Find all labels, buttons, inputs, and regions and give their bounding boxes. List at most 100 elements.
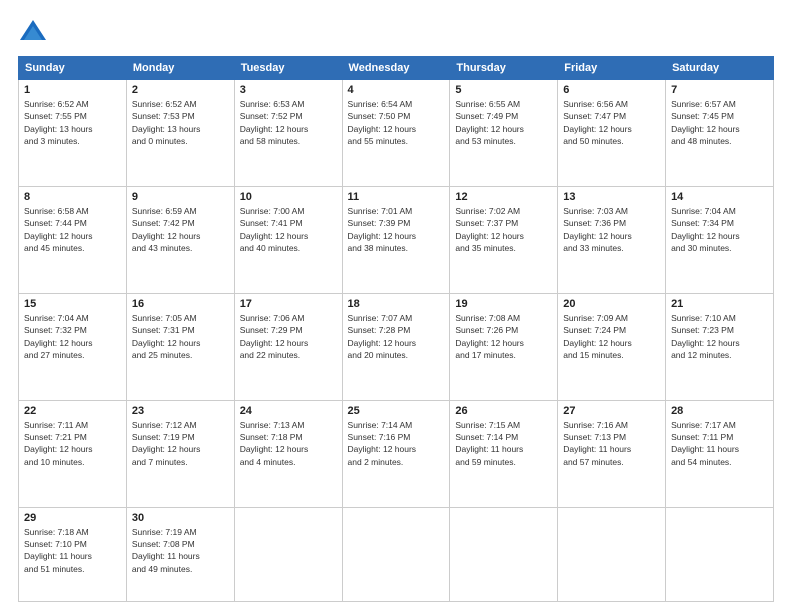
day-number: 25 xyxy=(348,405,445,417)
day-number: 22 xyxy=(24,405,121,417)
day-number: 15 xyxy=(24,298,121,310)
calendar-cell xyxy=(342,507,450,601)
calendar-cell: 13 Sunrise: 7:03 AM Sunset: 7:36 PM Dayli… xyxy=(558,186,666,293)
day-info: Sunrise: 7:16 AM Sunset: 7:13 PM Dayligh… xyxy=(563,419,660,468)
day-info: Sunrise: 6:55 AM Sunset: 7:49 PM Dayligh… xyxy=(455,98,552,147)
calendar-cell: 12 Sunrise: 7:02 AM Sunset: 7:37 PM Dayli… xyxy=(450,186,558,293)
day-info: Sunrise: 7:14 AM Sunset: 7:16 PM Dayligh… xyxy=(348,419,445,468)
day-info: Sunrise: 7:13 AM Sunset: 7:18 PM Dayligh… xyxy=(240,419,337,468)
calendar-cell: 8 Sunrise: 6:58 AM Sunset: 7:44 PM Daylig… xyxy=(19,186,127,293)
calendar-cell: 23 Sunrise: 7:12 AM Sunset: 7:19 PM Dayli… xyxy=(126,400,234,507)
calendar-cell: 18 Sunrise: 7:07 AM Sunset: 7:28 PM Dayli… xyxy=(342,293,450,400)
calendar-cell: 17 Sunrise: 7:06 AM Sunset: 7:29 PM Dayli… xyxy=(234,293,342,400)
day-info: Sunrise: 7:10 AM Sunset: 7:23 PM Dayligh… xyxy=(671,312,768,361)
day-number: 14 xyxy=(671,191,768,203)
day-number: 21 xyxy=(671,298,768,310)
calendar-cell: 3 Sunrise: 6:53 AM Sunset: 7:52 PM Daylig… xyxy=(234,80,342,187)
page: SundayMondayTuesdayWednesdayThursdayFrid… xyxy=(0,0,792,612)
day-info: Sunrise: 7:03 AM Sunset: 7:36 PM Dayligh… xyxy=(563,205,660,254)
calendar-cell: 28Sunrise: 7:17 AM Sunset: 7:11 PM Dayli… xyxy=(666,400,774,507)
day-info: Sunrise: 6:57 AM Sunset: 7:45 PM Dayligh… xyxy=(671,98,768,147)
weekday-header-row: SundayMondayTuesdayWednesdayThursdayFrid… xyxy=(19,57,774,80)
day-info: Sunrise: 7:04 AM Sunset: 7:32 PM Dayligh… xyxy=(24,312,121,361)
day-info: Sunrise: 6:59 AM Sunset: 7:42 PM Dayligh… xyxy=(132,205,229,254)
calendar-cell xyxy=(450,507,558,601)
day-info: Sunrise: 7:02 AM Sunset: 7:37 PM Dayligh… xyxy=(455,205,552,254)
weekday-header-thursday: Thursday xyxy=(450,57,558,80)
calendar-cell: 7 Sunrise: 6:57 AM Sunset: 7:45 PM Daylig… xyxy=(666,80,774,187)
day-number: 26 xyxy=(455,405,552,417)
calendar-cell: 2Sunrise: 6:52 AM Sunset: 7:53 PM Daylig… xyxy=(126,80,234,187)
calendar-week-1: 1Sunrise: 6:52 AM Sunset: 7:55 PM Daylig… xyxy=(19,80,774,187)
day-info: Sunrise: 7:08 AM Sunset: 7:26 PM Dayligh… xyxy=(455,312,552,361)
day-number: 3 xyxy=(240,84,337,96)
day-number: 12 xyxy=(455,191,552,203)
day-number: 13 xyxy=(563,191,660,203)
day-number: 6 xyxy=(563,84,660,96)
day-number: 4 xyxy=(348,84,445,96)
day-number: 16 xyxy=(132,298,229,310)
calendar-cell: 10 Sunrise: 7:00 AM Sunset: 7:41 PM Dayli… xyxy=(234,186,342,293)
day-info: Sunrise: 6:54 AM Sunset: 7:50 PM Dayligh… xyxy=(348,98,445,147)
day-number: 10 xyxy=(240,191,337,203)
day-info: Sunrise: 7:12 AM Sunset: 7:19 PM Dayligh… xyxy=(132,419,229,468)
calendar-cell: 29 Sunrise: 7:18 AM Sunset: 7:10 PM Dayli… xyxy=(19,507,127,601)
day-info: Sunrise: 6:58 AM Sunset: 7:44 PM Dayligh… xyxy=(24,205,121,254)
day-info: Sunrise: 7:00 AM Sunset: 7:41 PM Dayligh… xyxy=(240,205,337,254)
day-info: Sunrise: 7:19 AM Sunset: 7:08 PM Dayligh… xyxy=(132,526,229,575)
calendar-week-5: 29 Sunrise: 7:18 AM Sunset: 7:10 PM Dayli… xyxy=(19,507,774,601)
weekday-header-tuesday: Tuesday xyxy=(234,57,342,80)
calendar-cell: 25 Sunrise: 7:14 AM Sunset: 7:16 PM Dayli… xyxy=(342,400,450,507)
calendar-cell: 4 Sunrise: 6:54 AM Sunset: 7:50 PM Daylig… xyxy=(342,80,450,187)
calendar-cell xyxy=(666,507,774,601)
day-number: 27 xyxy=(563,405,660,417)
day-info: Sunrise: 7:09 AM Sunset: 7:24 PM Dayligh… xyxy=(563,312,660,361)
weekday-header-monday: Monday xyxy=(126,57,234,80)
day-number: 9 xyxy=(132,191,229,203)
day-number: 29 xyxy=(24,512,121,524)
calendar-cell xyxy=(234,507,342,601)
day-number: 19 xyxy=(455,298,552,310)
calendar-table: SundayMondayTuesdayWednesdayThursdayFrid… xyxy=(18,56,774,602)
calendar-cell: 1Sunrise: 6:52 AM Sunset: 7:55 PM Daylig… xyxy=(19,80,127,187)
logo xyxy=(18,18,52,48)
day-number: 23 xyxy=(132,405,229,417)
day-number: 18 xyxy=(348,298,445,310)
day-number: 5 xyxy=(455,84,552,96)
day-info: Sunrise: 7:01 AM Sunset: 7:39 PM Dayligh… xyxy=(348,205,445,254)
calendar-week-4: 22 Sunrise: 7:11 AM Sunset: 7:21 PM Dayli… xyxy=(19,400,774,507)
day-info: Sunrise: 6:52 AM Sunset: 7:55 PM Dayligh… xyxy=(24,98,121,147)
calendar-cell: 16 Sunrise: 7:05 AM Sunset: 7:31 PM Dayli… xyxy=(126,293,234,400)
calendar-cell: 5 Sunrise: 6:55 AM Sunset: 7:49 PM Daylig… xyxy=(450,80,558,187)
calendar-cell: 20 Sunrise: 7:09 AM Sunset: 7:24 PM Dayli… xyxy=(558,293,666,400)
weekday-header-sunday: Sunday xyxy=(19,57,127,80)
day-info: Sunrise: 7:17 AM Sunset: 7:11 PM Dayligh… xyxy=(671,419,768,468)
calendar-cell: 14 Sunrise: 7:04 AM Sunset: 7:34 PM Dayli… xyxy=(666,186,774,293)
day-info: Sunrise: 7:15 AM Sunset: 7:14 PM Dayligh… xyxy=(455,419,552,468)
calendar-cell: 30 Sunrise: 7:19 AM Sunset: 7:08 PM Dayli… xyxy=(126,507,234,601)
day-number: 8 xyxy=(24,191,121,203)
day-info: Sunrise: 7:11 AM Sunset: 7:21 PM Dayligh… xyxy=(24,419,121,468)
calendar-cell: 9 Sunrise: 6:59 AM Sunset: 7:42 PM Daylig… xyxy=(126,186,234,293)
calendar-cell: 19 Sunrise: 7:08 AM Sunset: 7:26 PM Dayli… xyxy=(450,293,558,400)
day-info: Sunrise: 7:06 AM Sunset: 7:29 PM Dayligh… xyxy=(240,312,337,361)
logo-icon xyxy=(18,18,48,48)
day-number: 20 xyxy=(563,298,660,310)
calendar-cell: 15 Sunrise: 7:04 AM Sunset: 7:32 PM Dayli… xyxy=(19,293,127,400)
calendar-week-2: 8 Sunrise: 6:58 AM Sunset: 7:44 PM Daylig… xyxy=(19,186,774,293)
calendar-week-3: 15 Sunrise: 7:04 AM Sunset: 7:32 PM Dayli… xyxy=(19,293,774,400)
day-number: 17 xyxy=(240,298,337,310)
day-info: Sunrise: 6:53 AM Sunset: 7:52 PM Dayligh… xyxy=(240,98,337,147)
day-info: Sunrise: 7:04 AM Sunset: 7:34 PM Dayligh… xyxy=(671,205,768,254)
day-number: 30 xyxy=(132,512,229,524)
day-number: 24 xyxy=(240,405,337,417)
day-info: Sunrise: 7:18 AM Sunset: 7:10 PM Dayligh… xyxy=(24,526,121,575)
day-number: 7 xyxy=(671,84,768,96)
calendar-cell: 27 Sunrise: 7:16 AM Sunset: 7:13 PM Dayli… xyxy=(558,400,666,507)
day-number: 11 xyxy=(348,191,445,203)
calendar-cell: 26 Sunrise: 7:15 AM Sunset: 7:14 PM Dayli… xyxy=(450,400,558,507)
calendar-cell: 24 Sunrise: 7:13 AM Sunset: 7:18 PM Dayli… xyxy=(234,400,342,507)
day-info: Sunrise: 7:07 AM Sunset: 7:28 PM Dayligh… xyxy=(348,312,445,361)
header xyxy=(18,18,774,48)
day-info: Sunrise: 7:05 AM Sunset: 7:31 PM Dayligh… xyxy=(132,312,229,361)
